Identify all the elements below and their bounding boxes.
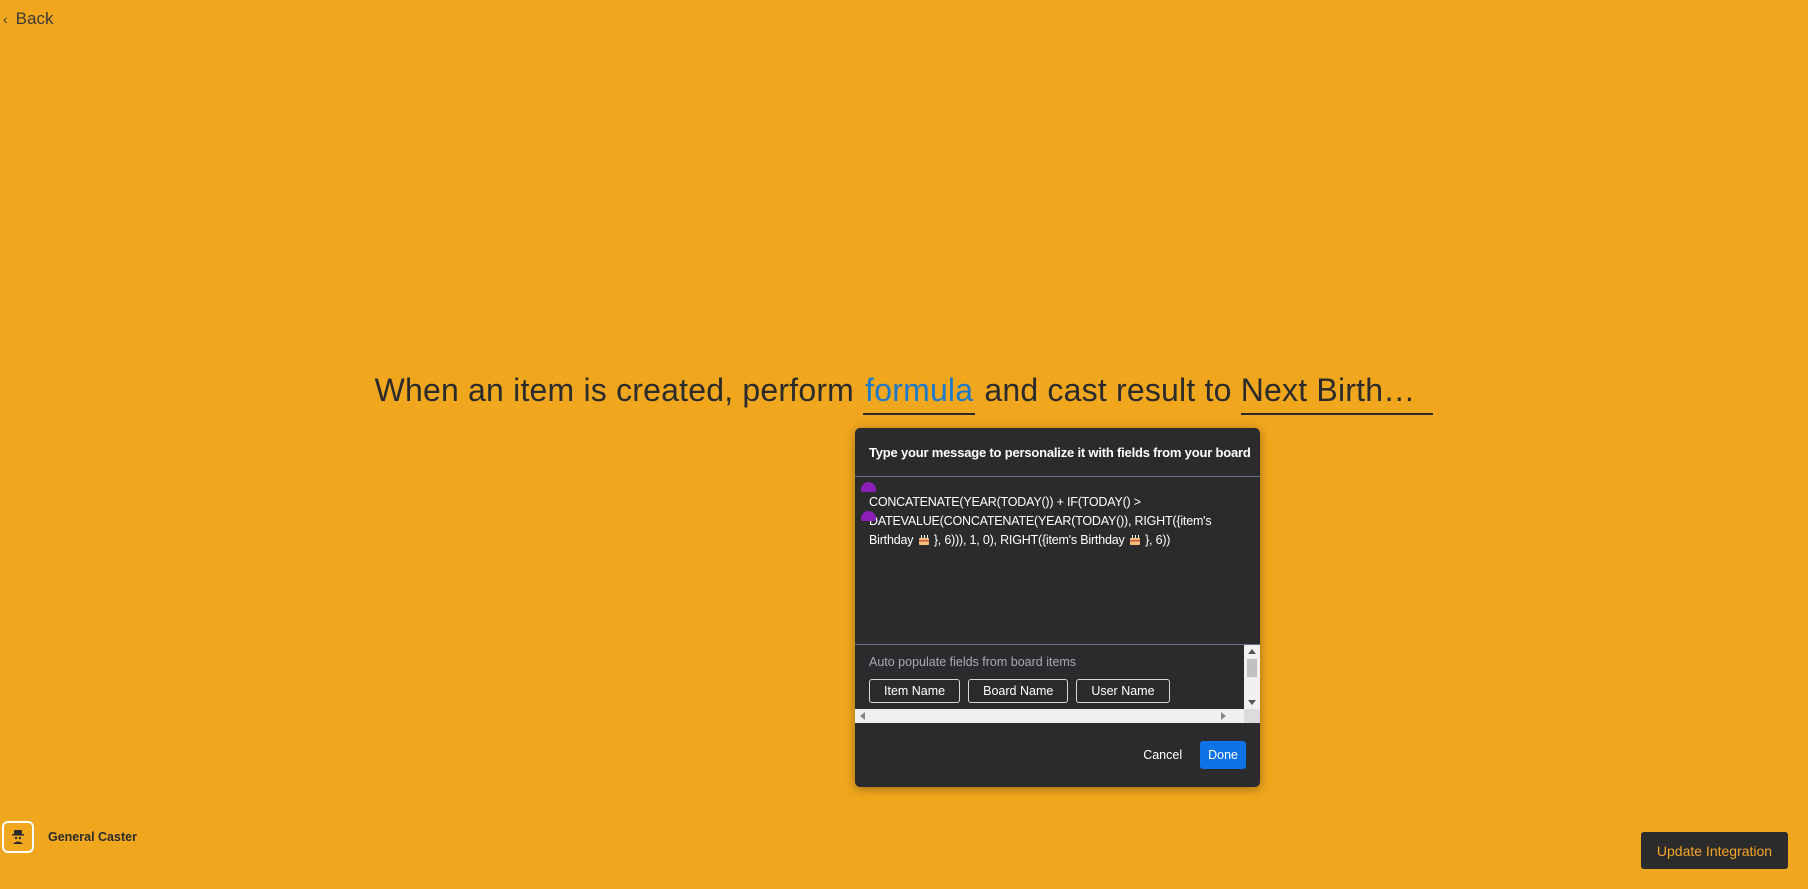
formula-line-3-b: }, 6))), 1, 0), RIGHT({item's Birthday <box>933 533 1125 547</box>
recipe-middle: and cast result to <box>984 372 1232 408</box>
scroll-corner <box>1244 709 1260 723</box>
caster-logo-glyph <box>12 830 24 844</box>
scroll-up-icon[interactable] <box>1248 649 1256 654</box>
done-button[interactable]: Done <box>1200 741 1246 769</box>
scroll-right-icon[interactable] <box>1221 712 1226 720</box>
brand: General Caster <box>2 821 137 853</box>
chevron-left-icon: ‹ <box>3 11 8 27</box>
scroll-left-icon[interactable] <box>860 712 865 720</box>
birthday-cake-icon <box>1129 535 1140 545</box>
field-chips: Item Name Board Name User Name <box>869 679 1170 703</box>
birthday-cake-icon <box>918 535 929 545</box>
caster-logo-icon <box>2 821 34 853</box>
formula-line-3-a: Birthday <box>869 533 914 547</box>
scroll-down-icon[interactable] <box>1248 700 1256 705</box>
brand-name: General Caster <box>48 830 137 844</box>
recipe-prefix: When an item is created, perform <box>374 372 855 408</box>
back-label: Back <box>15 9 54 28</box>
modal-footer: Cancel Done <box>855 723 1260 787</box>
auto-populate-label: Auto populate fields from board items <box>869 655 1077 669</box>
chip-item-name[interactable]: Item Name <box>869 679 961 703</box>
formula-modal: Type your message to personalize it with… <box>855 428 1260 787</box>
horizontal-scrollbar[interactable] <box>855 709 1244 723</box>
target-column-field[interactable]: Next Birth… <box>1240 372 1434 415</box>
formula-line-2: DATEVALUE(CONCATENATE(YEAR(TODAY()), RIG… <box>869 514 1212 528</box>
cancel-button[interactable]: Cancel <box>1137 742 1188 768</box>
cursor-marker-icon <box>861 511 876 521</box>
vertical-scrollbar[interactable] <box>1244 645 1260 709</box>
back-link[interactable]: ‹ Back <box>3 9 53 29</box>
formula-editor[interactable]: CONCATENATE(YEAR(TODAY()) + IF(TODAY() >… <box>855 477 1260 645</box>
modal-title: Type your message to personalize it with… <box>855 428 1260 477</box>
formula-line-1: CONCATENATE(YEAR(TODAY()) + IF(TODAY() > <box>869 495 1141 509</box>
formula-line-3: Birthday }, 6))), 1, 0), RIGHT({item's B… <box>869 531 1248 550</box>
chip-board-name[interactable]: Board Name <box>968 679 1069 703</box>
scroll-thumb[interactable] <box>1247 659 1257 677</box>
chip-user-name[interactable]: User Name <box>1076 679 1170 703</box>
auto-populate-section: Auto populate fields from board items It… <box>855 645 1260 723</box>
cursor-marker-icon <box>861 482 876 492</box>
recipe-sentence: When an item is created, perform formula… <box>0 372 1808 415</box>
formula-line-3-c: }, 6)) <box>1145 533 1171 547</box>
formula-field[interactable]: formula <box>863 372 976 415</box>
update-integration-button[interactable]: Update Integration <box>1641 832 1788 869</box>
